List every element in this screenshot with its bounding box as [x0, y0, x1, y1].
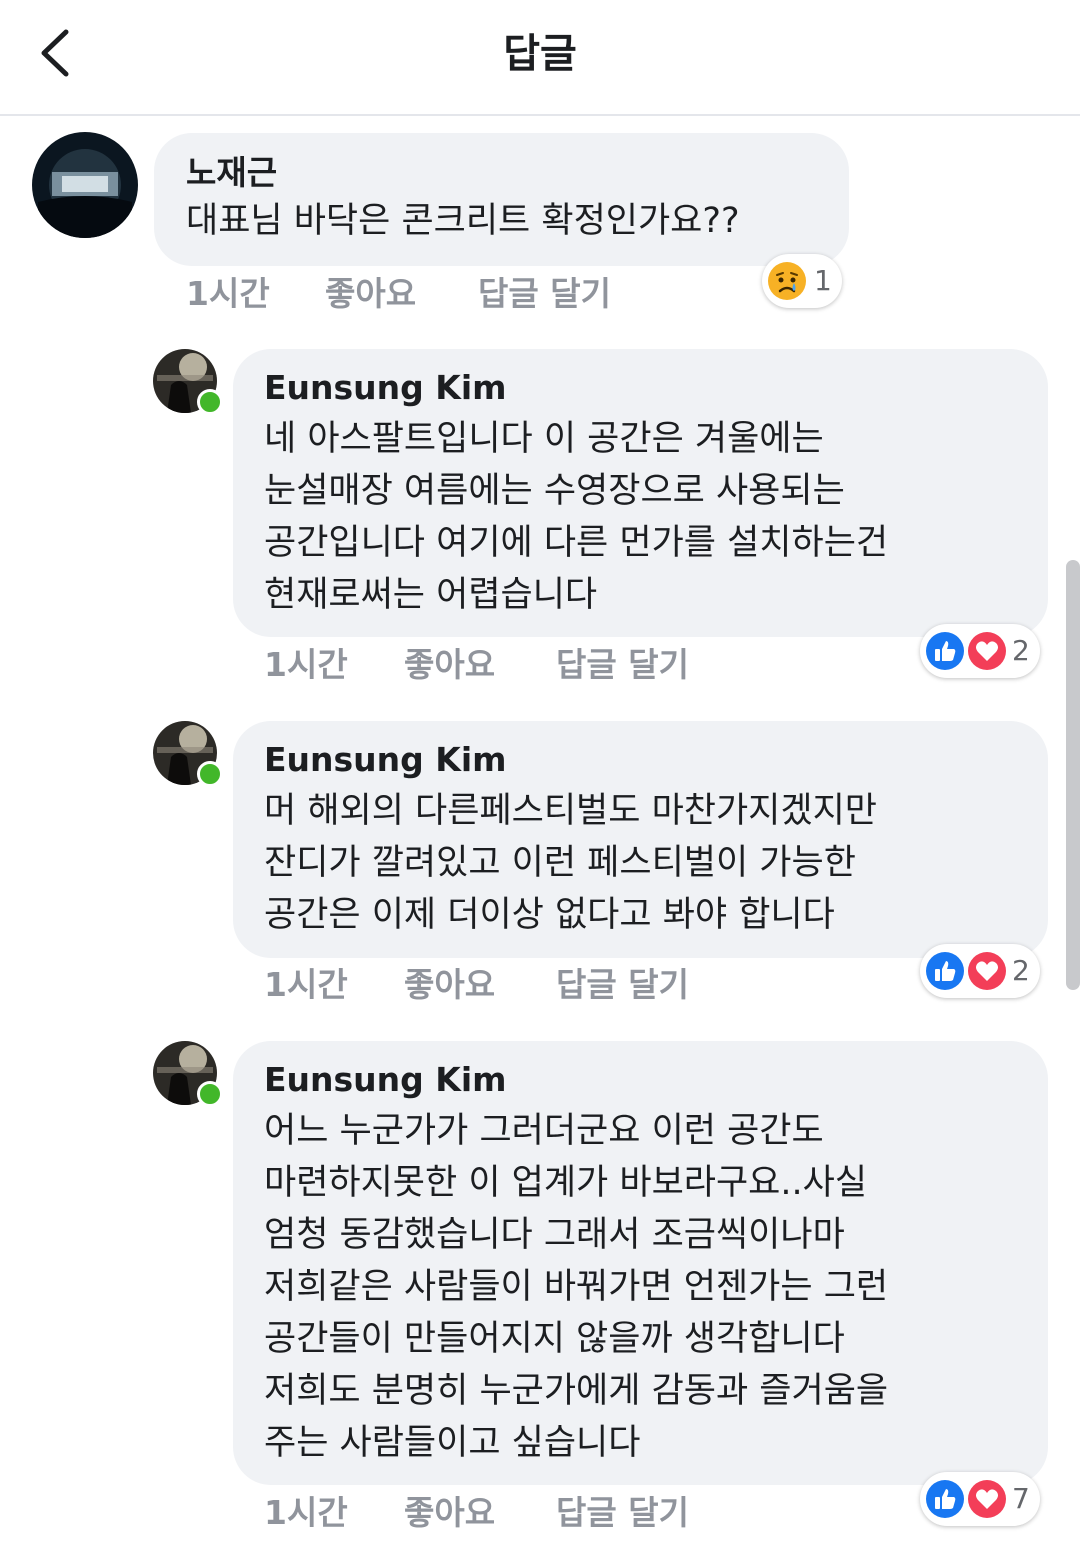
online-status-indicator [197, 761, 223, 787]
like-reaction-icon [926, 1480, 964, 1518]
like-link[interactable]: 좋아요 [404, 1491, 495, 1535]
avatar[interactable] [32, 132, 138, 238]
comment-time[interactable]: 1시간 [186, 272, 270, 316]
page-title: 답글 [503, 31, 577, 77]
scrollbar[interactable] [1066, 560, 1080, 990]
reaction-summary[interactable]: 7 [920, 1472, 1040, 1526]
comment-text: 대표님 바닥은 콘크리트 확정인가요?? [186, 201, 740, 241]
comment-author[interactable]: Eunsung Kim [264, 1058, 507, 1102]
online-status-indicator [197, 1081, 223, 1107]
like-link[interactable]: 좋아요 [404, 643, 495, 687]
like-reaction-icon [926, 952, 964, 990]
reaction-count: 2 [1012, 954, 1030, 987]
reply-link[interactable]: 답글 달기 [556, 643, 689, 687]
comment-time[interactable]: 1시간 [264, 643, 348, 687]
comment-bubble: Eunsung Kim 네 아스팔트입니다 이 공간은 겨울에는 눈설매장 여름… [233, 349, 1048, 637]
comment-bubble: 노재근 대표님 바닥은 콘크리트 확정인가요?? [154, 133, 849, 266]
online-status-indicator [197, 389, 223, 415]
reaction-summary[interactable]: 1 [762, 254, 842, 308]
like-link[interactable]: 좋아요 [404, 963, 495, 1007]
comment-text: 어느 누군가가 그러더군요 이런 공간도 마련하지못한 이 업계가 바보라구요.… [264, 1111, 889, 1463]
love-reaction-icon [968, 632, 1006, 670]
comment-text: 머 해외의 다른페스티벌도 마찬가지겠지만 잔디가 깔려있고 이런 페스티벌이 … [264, 791, 877, 935]
reply-link[interactable]: 답글 달기 [478, 272, 611, 316]
comment-bubble: Eunsung Kim 머 해외의 다른페스티벌도 마찬가지겠지만 잔디가 깔려… [233, 721, 1048, 958]
like-link[interactable]: 좋아요 [325, 272, 416, 316]
reaction-summary[interactable]: 2 [920, 944, 1040, 998]
comment-author[interactable]: Eunsung Kim [264, 738, 507, 782]
reaction-count: 7 [1012, 1482, 1030, 1515]
reaction-summary[interactable]: 2 [920, 624, 1040, 678]
reaction-count: 1 [814, 264, 832, 297]
comment-author[interactable]: 노재근 [186, 151, 277, 195]
comment-author[interactable]: Eunsung Kim [264, 366, 507, 410]
top-app-bar: 답글 [0, 0, 1080, 116]
love-reaction-icon [968, 952, 1006, 990]
comment-bubble: Eunsung Kim 어느 누군가가 그러더군요 이런 공간도 마련하지못한 … [233, 1041, 1048, 1485]
comment-time[interactable]: 1시간 [264, 963, 348, 1007]
sad-reaction-icon [768, 262, 806, 300]
reply-link[interactable]: 답글 달기 [556, 1491, 689, 1535]
comment-text: 네 아스팔트입니다 이 공간은 겨울에는 눈설매장 여름에는 수영장으로 사용되… [264, 419, 889, 615]
reaction-count: 2 [1012, 634, 1030, 667]
like-reaction-icon [926, 632, 964, 670]
comment-time[interactable]: 1시간 [264, 1491, 348, 1535]
love-reaction-icon [968, 1480, 1006, 1518]
reply-link[interactable]: 답글 달기 [556, 963, 689, 1007]
